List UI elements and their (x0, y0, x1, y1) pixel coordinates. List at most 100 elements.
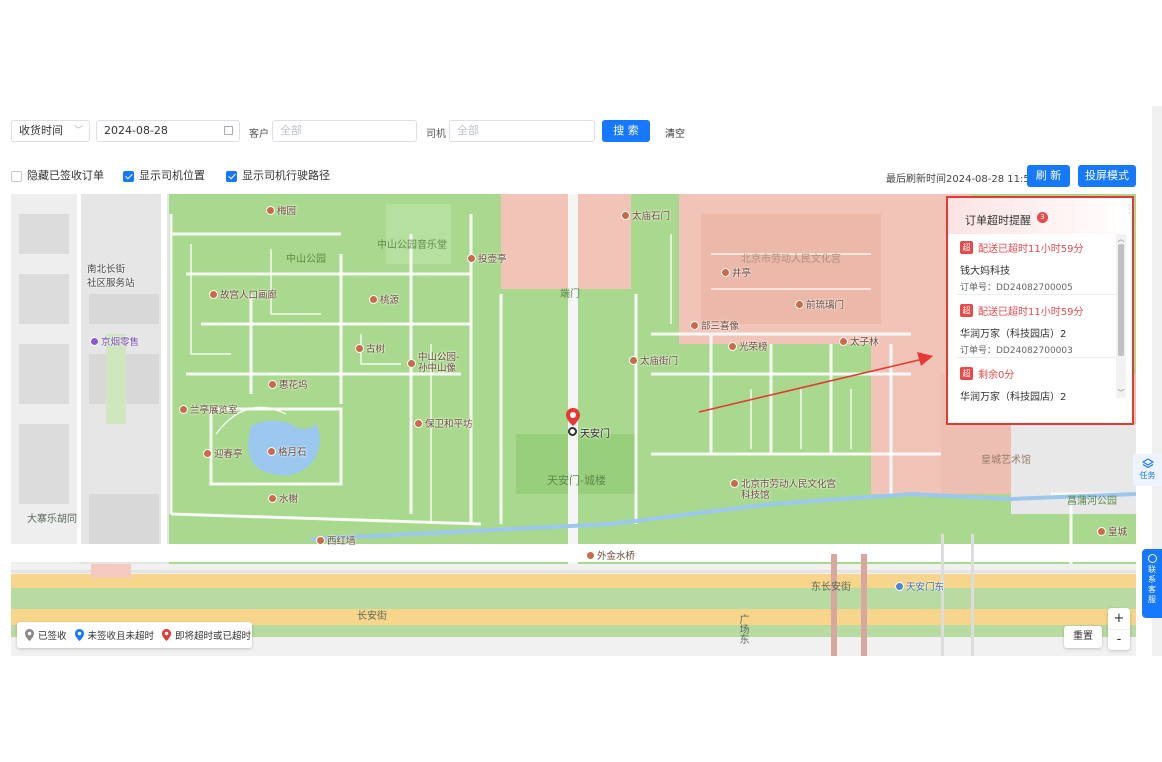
customer-name: 华润万家（科技园店）2 (960, 329, 1067, 340)
poi-label: 光荣榜 (739, 342, 768, 353)
poi-label: 格月石 (278, 447, 307, 458)
panel-title: 订单超时提醒 (965, 214, 1031, 227)
poi-jingting: 井亭 (721, 265, 751, 279)
scroll-up-icon[interactable]: ︿ (1116, 234, 1126, 244)
poi-label: 太庙石门 (632, 211, 671, 222)
poi-pin-icon (203, 448, 212, 458)
poi-pin-icon (1097, 526, 1106, 536)
poi-label: 北京市劳动人民文化宫科技馆 (741, 479, 837, 501)
driver-select[interactable]: 全部 (449, 120, 595, 142)
order-number: 订单号：DD24082700003 (960, 346, 1073, 356)
poi-label: 部三喜像 (701, 321, 740, 332)
alert-text: 配送已超时11小时59分 (978, 307, 1084, 318)
customer-name: 华润万家（科技园店）2 (960, 392, 1067, 403)
poi-lanting: 兰亭展览室 (179, 402, 238, 416)
poi-label: 惠花坞 (279, 380, 308, 391)
checkbox-box (11, 170, 22, 182)
zhongshan-park-label: 中山公园 (286, 254, 326, 265)
poi-shuixie: 水榭 (268, 491, 298, 505)
alert-text: 配送已超时11小时59分 (978, 244, 1084, 255)
poi-pin-icon (316, 535, 325, 545)
time-type-select[interactable]: 收货时间 ﹀ (11, 120, 90, 142)
location-pin-red-icon (566, 408, 580, 426)
clear-button[interactable]: 清空 (665, 125, 685, 140)
more-icon[interactable]: · · · (1128, 202, 1131, 218)
card-divider (956, 357, 1116, 358)
poi-pin-icon (721, 267, 730, 277)
poi-weisanxiang: 部三喜像 (690, 318, 739, 332)
poi-pin-icon (629, 355, 638, 365)
poi-label: 太子林 (850, 337, 879, 348)
calendar-icon (224, 126, 233, 135)
alert-list[interactable]: 超配送已超时11小时59分 钱大妈科技 订单号：DD24082700005 超配… (948, 234, 1132, 423)
checkbox-checked-icon (226, 170, 237, 182)
poi-taimiaojie: 太庙街门 (629, 353, 678, 367)
legend-unsigned-label: 未签收且未超时 (87, 631, 155, 642)
poi-geyue: 格月石 (267, 444, 307, 458)
marker-label: 天安门 (580, 429, 610, 440)
poi-guyue: 古树 (355, 341, 385, 355)
poi-label: 西红墙 (327, 536, 356, 547)
poi-pin-icon (467, 253, 476, 263)
legend-overdue: 即将超时或已超时 (162, 628, 251, 642)
show-driver-position-checkbox[interactable]: 显示司机位置 (123, 169, 205, 183)
poi-label: 天安门东 (906, 582, 945, 593)
poi-pin-icon (179, 404, 188, 414)
driver-label: 司机 (426, 129, 446, 140)
alert-card[interactable]: 超剩余0分 华润万家（科技园店）2 (960, 366, 1116, 403)
poi-waijinshui: 外金水桥 (586, 548, 635, 562)
poi-pin-icon (728, 341, 737, 351)
time-type-value: 收货时间 (19, 124, 63, 137)
changpu-park-label: 菖蒲河公园 (1067, 496, 1117, 507)
poi-label: 水榭 (279, 494, 299, 505)
show-driver-position-label: 显示司机位置 (139, 169, 205, 182)
customer-name: 钱大妈科技 (960, 266, 1010, 277)
date-picker[interactable]: 2024-08-28 (96, 120, 240, 142)
zoom-in-button[interactable]: + (1108, 608, 1130, 630)
poi-pin-icon (690, 320, 699, 330)
poi-jingyanmen: 前琉璃门 (795, 297, 844, 311)
panel-scrollbar[interactable]: ︿ ﹀ (1116, 234, 1126, 398)
refresh-button[interactable]: 刷 新 (1027, 165, 1070, 187)
show-driver-route-checkbox[interactable]: 显示司机行驶路径 (226, 169, 330, 183)
scroll-down-icon[interactable]: ﹀ (1116, 388, 1126, 398)
poi-pin-icon (209, 289, 218, 299)
workers-palace-label: 北京市劳动人民文化宫 (741, 254, 841, 265)
poi-workers-science: 北京市劳动人民文化宫科技馆 (730, 479, 841, 501)
contact-service-button[interactable]: 联系客服 (1142, 549, 1162, 618)
poi-pin-icon (621, 210, 630, 220)
poi-baowei: 保卫和平坊 (414, 416, 473, 430)
pin-gray-icon (25, 629, 34, 641)
screen-mode-button[interactable]: 投屏模式 (1078, 165, 1136, 187)
poi-label: 迎春亭 (214, 449, 243, 460)
poi-xihongqiang: 西红墙 (316, 533, 356, 547)
changan-road-label: 长安街 (357, 611, 387, 622)
task-side-button[interactable]: 任务 (1133, 454, 1162, 486)
hide-signed-checkbox[interactable]: 隐藏已签收订单 (11, 169, 104, 183)
customer-select[interactable]: 全部 (272, 120, 417, 142)
poi-huihuashi: 惠花坞 (268, 377, 308, 391)
poi-jingyan-shop: 京烟零售 (90, 334, 139, 348)
search-button[interactable]: 搜 索 (602, 120, 650, 142)
poi-meiyuan: 梅园 (266, 203, 296, 217)
customer-label: 客户 (249, 129, 269, 140)
poi-pin-icon (407, 358, 416, 368)
alert-card[interactable]: 超配送已超时11小时59分 钱大妈科技 订单号：DD24082700005 (960, 240, 1116, 293)
zoom-controls: + - (1108, 608, 1130, 650)
poi-label-2: 社区服务站 (87, 278, 135, 289)
poi-label: 梅园 (277, 206, 297, 217)
poi-pin-icon (266, 205, 275, 215)
poi-pin-icon (268, 493, 277, 503)
tiananmen-tower-label: 天安门-城楼 (547, 474, 606, 487)
alert-card[interactable]: 超配送已超时11小时59分 华润万家（科技园店）2 订单号：DD24082700… (960, 303, 1116, 356)
reset-map-button[interactable]: 重置 (1064, 626, 1102, 648)
zoom-out-button[interactable]: - (1108, 630, 1130, 650)
poi-huangcheng: 皇城 (1097, 524, 1127, 538)
poi-pin-icon (267, 446, 276, 456)
poi-guangrong: 光荣榜 (728, 339, 768, 353)
hide-signed-label: 隐藏已签收订单 (27, 169, 104, 182)
timeout-alert-panel: 订单超时提醒 3 · · · 超配送已超时11小时59分 钱大妈科技 订单号：DD2… (946, 196, 1134, 425)
poi-pin-icon (268, 379, 277, 389)
scroll-thumb[interactable] (1118, 244, 1124, 356)
poi-nanbei-changjie: 南北长街 社区服务站 (87, 261, 135, 289)
